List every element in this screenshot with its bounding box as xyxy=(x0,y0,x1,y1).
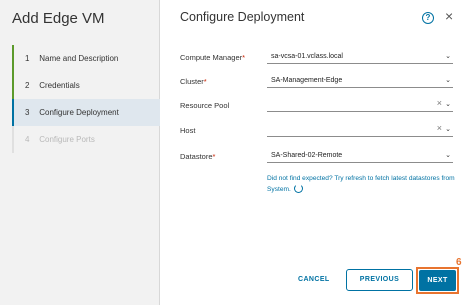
clear-icon[interactable]: × xyxy=(437,99,442,108)
compute-manager-label-text: Compute Manager xyxy=(180,53,243,62)
datastore-row: Datastore* SA-Shared-02-Remote ⌄ xyxy=(180,149,460,165)
cluster-select[interactable]: SA-Management-Edge ⌄ xyxy=(267,74,453,88)
close-icon[interactable]: × xyxy=(445,9,453,23)
clear-icon[interactable]: × xyxy=(437,124,442,133)
resource-pool-select[interactable]: × ⌄ xyxy=(267,98,453,112)
chevron-down-icon[interactable]: ⌄ xyxy=(445,76,451,84)
required-marker: * xyxy=(203,77,207,86)
compute-manager-label: Compute Manager* xyxy=(180,53,245,62)
resource-pool-row: Resource Pool × ⌄ xyxy=(180,98,460,114)
chevron-down-icon[interactable]: ⌄ xyxy=(445,125,451,133)
step-number: 1 xyxy=(25,54,30,63)
step-name-and-description[interactable]: 1 Name and Description xyxy=(12,45,160,72)
next-button[interactable]: NEXT xyxy=(419,270,456,291)
step-number: 4 xyxy=(25,135,30,144)
compute-manager-select[interactable]: sa-vcsa-01.vclass.local ⌄ xyxy=(267,50,453,64)
cluster-label-text: Cluster xyxy=(180,77,204,86)
step-configure-deployment[interactable]: 3 Configure Deployment xyxy=(12,99,160,126)
datastore-select[interactable]: SA-Shared-02-Remote ⌄ xyxy=(267,149,453,163)
step-label: Name and Description xyxy=(39,54,119,63)
cluster-value: SA-Management-Edge xyxy=(271,77,343,84)
callout-number: 6 xyxy=(456,257,462,268)
wizard-steps: 1 Name and Description 2 Credentials 3 C… xyxy=(12,45,160,153)
wizard-sidebar: Add Edge VM 1 Name and Description 2 Cre… xyxy=(0,0,160,305)
wizard-title: Add Edge VM xyxy=(12,10,105,27)
datastore-value: SA-Shared-02-Remote xyxy=(271,152,343,159)
page-title: Configure Deployment xyxy=(180,10,305,24)
previous-button[interactable]: PREVIOUS xyxy=(346,269,413,291)
chevron-down-icon[interactable]: ⌄ xyxy=(445,100,451,108)
cluster-row: Cluster* SA-Management-Edge ⌄ xyxy=(180,74,460,90)
required-marker: * xyxy=(212,152,216,161)
step-number: 3 xyxy=(25,108,30,117)
host-label: Host xyxy=(180,126,196,135)
step-credentials[interactable]: 2 Credentials xyxy=(12,72,160,99)
step-label: Credentials xyxy=(39,81,80,90)
step-number: 2 xyxy=(25,81,30,90)
cluster-label: Cluster* xyxy=(180,77,207,86)
refresh-icon[interactable] xyxy=(293,184,303,193)
step-configure-ports: 4 Configure Ports xyxy=(12,126,160,153)
compute-manager-value: sa-vcsa-01.vclass.local xyxy=(271,53,343,60)
help-icon[interactable]: ? xyxy=(422,12,434,24)
host-select[interactable]: × ⌄ xyxy=(267,123,453,137)
host-row: Host × ⌄ xyxy=(180,123,460,139)
chevron-down-icon[interactable]: ⌄ xyxy=(445,151,451,159)
chevron-down-icon[interactable]: ⌄ xyxy=(445,52,451,60)
resource-pool-label: Resource Pool xyxy=(180,101,230,110)
main-panel: Configure Deployment ? × Compute Manager… xyxy=(160,0,474,305)
required-marker: * xyxy=(242,53,246,62)
datastore-label-text: Datastore xyxy=(180,152,213,161)
datastore-label: Datastore* xyxy=(180,152,215,161)
step-label: Configure Ports xyxy=(39,135,95,144)
step-label: Configure Deployment xyxy=(39,108,119,117)
cancel-button[interactable]: CANCEL xyxy=(298,276,330,283)
refresh-hint[interactable]: Did not find expected? Try refresh to fe… xyxy=(267,173,467,195)
compute-manager-row: Compute Manager* sa-vcsa-01.vclass.local… xyxy=(180,50,460,66)
